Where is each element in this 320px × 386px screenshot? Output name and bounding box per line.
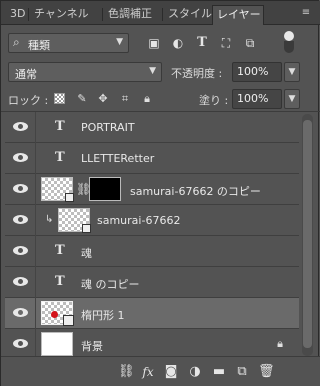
divider <box>35 143 36 174</box>
layer-row[interactable]: T LLETTERetter <box>5 143 299 174</box>
new-layer-icon[interactable]: ⧉ <box>234 364 250 380</box>
clipping-mask-arrow-icon: ↳ <box>45 214 54 225</box>
filter-kind-value: 種類 <box>28 39 50 52</box>
layer-row[interactable]: ↳ samurai-67662 <box>5 205 299 236</box>
smart-object-badge-icon <box>82 224 91 233</box>
visibility-eye-icon[interactable] <box>13 183 28 194</box>
divider <box>35 298 36 329</box>
visibility-eye-icon[interactable] <box>13 152 28 163</box>
panel-tab-bar: 3D チャンネル 色調補正 スタイル レイヤー ≡ <box>1 1 320 25</box>
layer-thumbnail <box>58 208 91 233</box>
layer-name: 背景 <box>81 340 103 353</box>
layer-thumbnail <box>41 301 74 326</box>
fill-input[interactable]: 100% <box>232 89 282 109</box>
layer-lock-icon: 🔒︎ <box>277 337 283 350</box>
layer-thumbnail <box>41 177 74 202</box>
add-layer-style-icon[interactable]: fx <box>140 364 156 380</box>
opacity-slider-toggle[interactable]: ▼ <box>284 62 300 82</box>
divider <box>35 112 36 143</box>
layer-thumbnail <box>41 332 73 356</box>
visibility-eye-icon[interactable] <box>13 121 28 132</box>
tab-divider <box>28 8 29 21</box>
delete-layer-icon[interactable]: 🗑︎ <box>258 364 275 380</box>
layers-list: T PORTRAIT T LLETTERetter ⛓ samurai-6766… <box>5 112 299 360</box>
blend-mode-value: 通常 <box>15 68 37 81</box>
lock-artboard-icon[interactable]: ⌗ <box>119 92 131 105</box>
tab-divider <box>102 8 103 21</box>
layers-panel: 3D チャンネル 色調補正 スタイル レイヤー ≡ ⌕ 種類 ▼ ▣ ◐ T ⛶… <box>0 0 320 386</box>
visibility-eye-icon[interactable] <box>13 276 28 287</box>
scrollbar-thumb[interactable] <box>303 120 312 348</box>
shape-layer-badge-icon <box>63 315 74 326</box>
fill-label: 塗り : <box>199 94 229 107</box>
type-layer-icon: T <box>55 274 65 289</box>
layer-name: PORTRAIT <box>81 121 135 134</box>
layer-name: 魂 のコピー <box>81 278 140 291</box>
fill-slider-toggle[interactable]: ▼ <box>284 89 300 109</box>
lock-transparent-pixels-icon[interactable] <box>54 93 65 104</box>
layer-name: LLETTERetter <box>81 152 155 165</box>
smart-object-filter-icon[interactable]: ⧉ <box>243 36 257 50</box>
layer-row-selected[interactable]: 楕円形 1 <box>5 298 299 329</box>
visibility-eye-icon[interactable] <box>13 338 28 349</box>
layer-name: 楕円形 1 <box>81 309 125 322</box>
toggle-track <box>284 41 294 53</box>
layer-row[interactable]: ⛓ samurai-67662 のコピー <box>5 174 299 205</box>
divider <box>35 267 36 298</box>
filter-toggle-switch[interactable] <box>284 31 294 53</box>
blend-opacity-row: 通常 ▼ 不透明度 : 100% ▼ <box>1 59 320 85</box>
add-layer-mask-icon[interactable]: ◙ <box>163 364 179 380</box>
type-layer-icon: T <box>55 150 65 165</box>
link-layers-icon[interactable]: ⛓ <box>118 364 135 380</box>
tab-styles[interactable]: スタイル <box>164 5 216 25</box>
pixel-layer-filter-icon[interactable]: ▣ <box>147 36 161 50</box>
divider <box>35 174 36 205</box>
opacity-label: 不透明度 : <box>171 67 223 80</box>
search-icon: ⌕ <box>13 35 20 49</box>
panel-menu-icon[interactable]: ≡ <box>298 5 314 21</box>
chevron-down-icon: ▼ <box>116 37 123 47</box>
layer-row[interactable]: T 魂 <box>5 236 299 267</box>
visibility-eye-icon[interactable] <box>13 245 28 256</box>
shape-layer-filter-icon[interactable]: ⛶ <box>219 36 233 50</box>
chevron-down-icon: ▼ <box>149 66 156 76</box>
layer-name: 魂 <box>81 247 92 260</box>
adjustment-layer-filter-icon[interactable]: ◐ <box>171 36 185 50</box>
visibility-eye-icon[interactable] <box>13 214 28 225</box>
tab-layers[interactable]: レイヤー <box>212 5 264 25</box>
toggle-knob <box>284 31 294 41</box>
divider <box>35 205 36 236</box>
type-layer-icon: T <box>55 119 65 134</box>
lock-all-icon[interactable]: 🔒︎ <box>141 92 153 105</box>
tab-3d[interactable]: 3D <box>6 5 29 25</box>
lock-position-icon[interactable]: ✥ <box>97 92 109 105</box>
type-layer-filter-icon[interactable]: T <box>195 36 209 50</box>
ellipse-shape-preview <box>51 311 58 318</box>
new-group-icon[interactable]: ▬ <box>211 364 227 380</box>
smart-object-badge-icon <box>65 193 74 202</box>
layer-mask-thumbnail[interactable] <box>89 177 121 201</box>
layer-name: samurai-67662 のコピー <box>130 185 261 198</box>
layer-row[interactable]: T 魂 のコピー <box>5 267 299 298</box>
lock-image-pixels-icon[interactable]: ✎ <box>76 92 88 105</box>
layer-filter-row: ⌕ 種類 ▼ ▣ ◐ T ⛶ ⧉ <box>1 26 320 58</box>
divider <box>35 236 36 267</box>
lock-fill-row: ロック : ✎ ✥ ⌗ 🔒︎ 塗り : 100% ▼ <box>1 86 320 112</box>
layer-row[interactable]: T PORTRAIT <box>5 112 299 143</box>
tab-divider <box>162 8 163 21</box>
new-fill-adjustment-icon[interactable]: ◑ <box>187 364 203 380</box>
layers-scrollbar[interactable] <box>302 114 313 356</box>
lock-label: ロック : <box>8 94 49 107</box>
tab-channels[interactable]: チャンネル <box>30 5 93 25</box>
layer-name: samurai-67662 <box>97 214 181 227</box>
layers-bottom-toolbar: ⛓ fx ◙ ◑ ▬ ⧉ 🗑︎ <box>1 356 320 386</box>
type-layer-icon: T <box>55 243 65 258</box>
blend-mode-select[interactable]: 通常 ▼ <box>8 62 162 82</box>
opacity-input[interactable]: 100% <box>232 62 282 82</box>
visibility-eye-icon[interactable] <box>13 307 28 318</box>
tab-adjustments[interactable]: 色調補正 <box>104 5 156 25</box>
filter-kind-select[interactable]: ⌕ 種類 ▼ <box>8 33 129 53</box>
